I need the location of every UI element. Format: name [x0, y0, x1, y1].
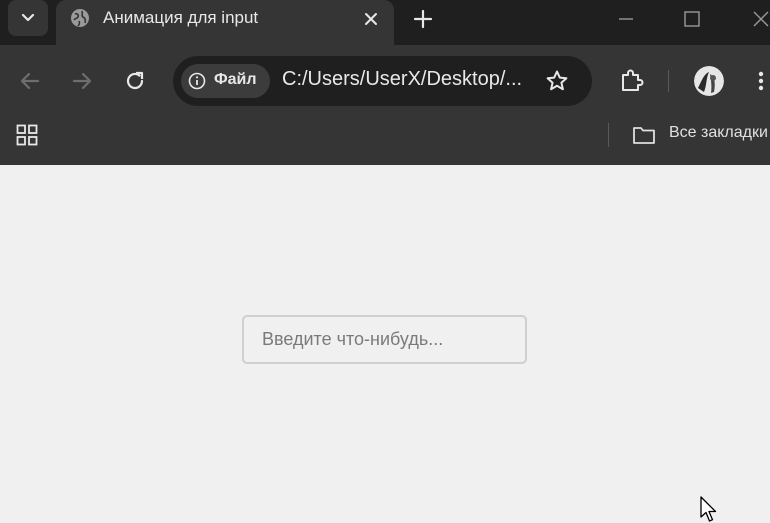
maximize-icon[interactable]	[679, 6, 705, 32]
window-close-icon[interactable]	[748, 6, 770, 32]
reload-icon[interactable]	[121, 67, 149, 95]
bookmarks-divider	[608, 123, 609, 147]
back-arrow-icon[interactable]	[16, 67, 44, 95]
mouse-cursor-icon	[700, 496, 717, 522]
apps-grid-icon[interactable]	[15, 123, 39, 147]
address-bar[interactable]: Файл C:/Users/UserX/Desktop/...	[173, 56, 592, 106]
info-icon	[188, 72, 206, 90]
tab-search-button[interactable]	[8, 0, 48, 36]
active-tab[interactable]: Анимация для input	[56, 0, 394, 45]
page-viewport	[0, 165, 770, 523]
star-icon[interactable]	[544, 68, 570, 94]
site-info-chip[interactable]: Файл	[181, 64, 270, 98]
url-text[interactable]: C:/Users/UserX/Desktop/...	[282, 68, 522, 91]
tab-strip: Анимация для input	[0, 0, 770, 45]
kebab-menu-icon[interactable]	[752, 67, 770, 95]
site-chip-label: Файл	[214, 71, 257, 88]
chevron-down-icon	[21, 13, 35, 22]
avatar[interactable]	[694, 66, 724, 96]
folder-icon	[633, 127, 655, 144]
animated-text-input[interactable]	[242, 315, 527, 364]
browser-toolbar: Файл C:/Users/UserX/Desktop/... Все закл…	[0, 45, 770, 165]
forward-arrow-icon[interactable]	[68, 67, 96, 95]
toolbar-divider	[668, 70, 669, 92]
globe-icon	[71, 9, 89, 27]
all-bookmarks-label: Все закладки	[669, 124, 768, 141]
close-icon[interactable]	[360, 8, 382, 30]
plus-icon[interactable]	[410, 6, 436, 32]
all-bookmarks-button[interactable]: Все закладки	[632, 123, 770, 147]
tab-title: Анимация для input	[103, 8, 259, 27]
puzzle-icon[interactable]	[617, 66, 645, 94]
minimize-icon[interactable]	[613, 6, 639, 32]
